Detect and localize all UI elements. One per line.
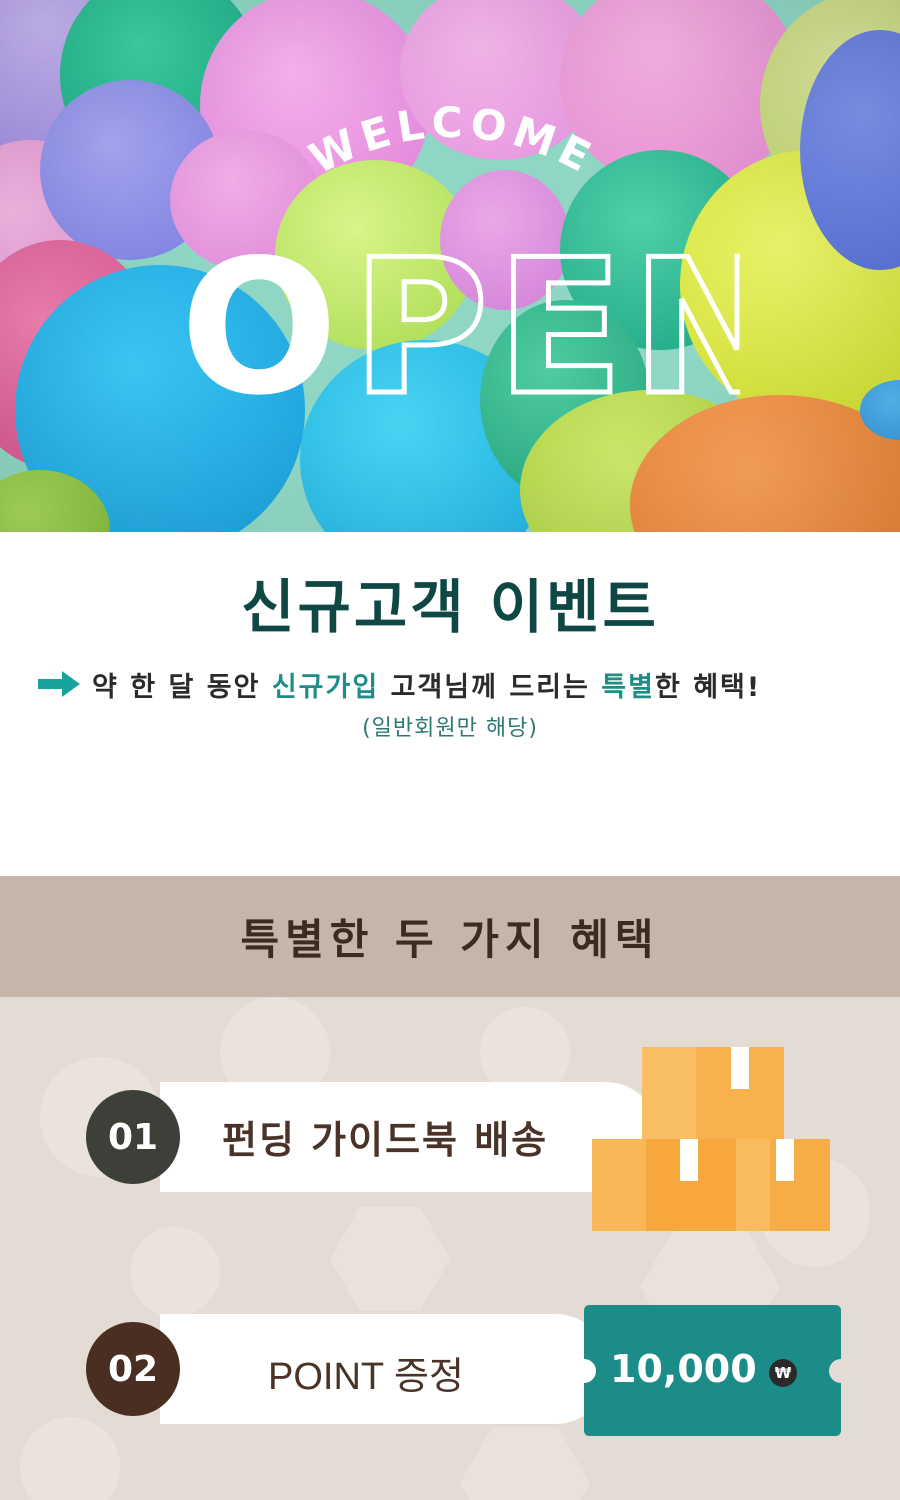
event-description: 약 한 달 동안 신규가입 고객님께 드리는 특별 한 혜택! <box>36 662 876 706</box>
description-highlight-signup: 신규가입 <box>271 671 380 703</box>
description-highlight-special: 특별 <box>601 671 655 703</box>
open-headline: OPEN <box>180 232 740 422</box>
intro-section: 신규고객 이벤트 약 한 달 동안 신규가입 고객님께 드리는 특별 한 혜택!… <box>0 532 900 876</box>
member-note: (일반회원만 해당) <box>362 716 538 741</box>
description-part-1: 약 한 달 동안 <box>92 671 272 703</box>
arrow-right-icon <box>38 671 80 697</box>
open-word: OPEN <box>180 232 740 422</box>
boxes-icon <box>592 1047 830 1231</box>
bokeh-decoration <box>130 1227 220 1317</box>
benefit-label-guidebook: 펀딩 가이드북 배송 <box>222 1118 549 1162</box>
won-currency-icon: ₩ <box>769 1359 797 1387</box>
benefits-section: 01 펀딩 가이드북 배송 02 POINT 증정 10,000 ₩ <box>0 997 900 1500</box>
benefit-number-badge: 02 <box>86 1322 180 1416</box>
benefits-title: 특별한 두 가지 혜택 <box>240 915 660 964</box>
benefit-label-point: POINT 증정 <box>268 1356 464 1398</box>
open-first-letter: O <box>180 232 338 422</box>
benefit-number-badge: 01 <box>86 1090 180 1184</box>
bokeh-decoration <box>20 1417 120 1500</box>
svg-text:WELCOME: WELCOME <box>302 98 604 184</box>
open-rest-letters: PEN <box>352 232 740 422</box>
bokeh-decoration <box>330 1207 450 1311</box>
description-part-3: 한 혜택! <box>654 671 762 703</box>
welcome-text: WELCOME <box>302 98 598 184</box>
description-part-2: 고객님께 드리는 <box>379 671 602 703</box>
bokeh-decoration <box>460 1427 590 1500</box>
event-title: 신규고객 이벤트 <box>241 573 659 641</box>
point-amount: 10,000 <box>610 1347 757 1391</box>
benefits-header: 특별한 두 가지 혜택 <box>0 876 900 997</box>
hero-banner: WELCOME OPEN <box>0 0 900 532</box>
